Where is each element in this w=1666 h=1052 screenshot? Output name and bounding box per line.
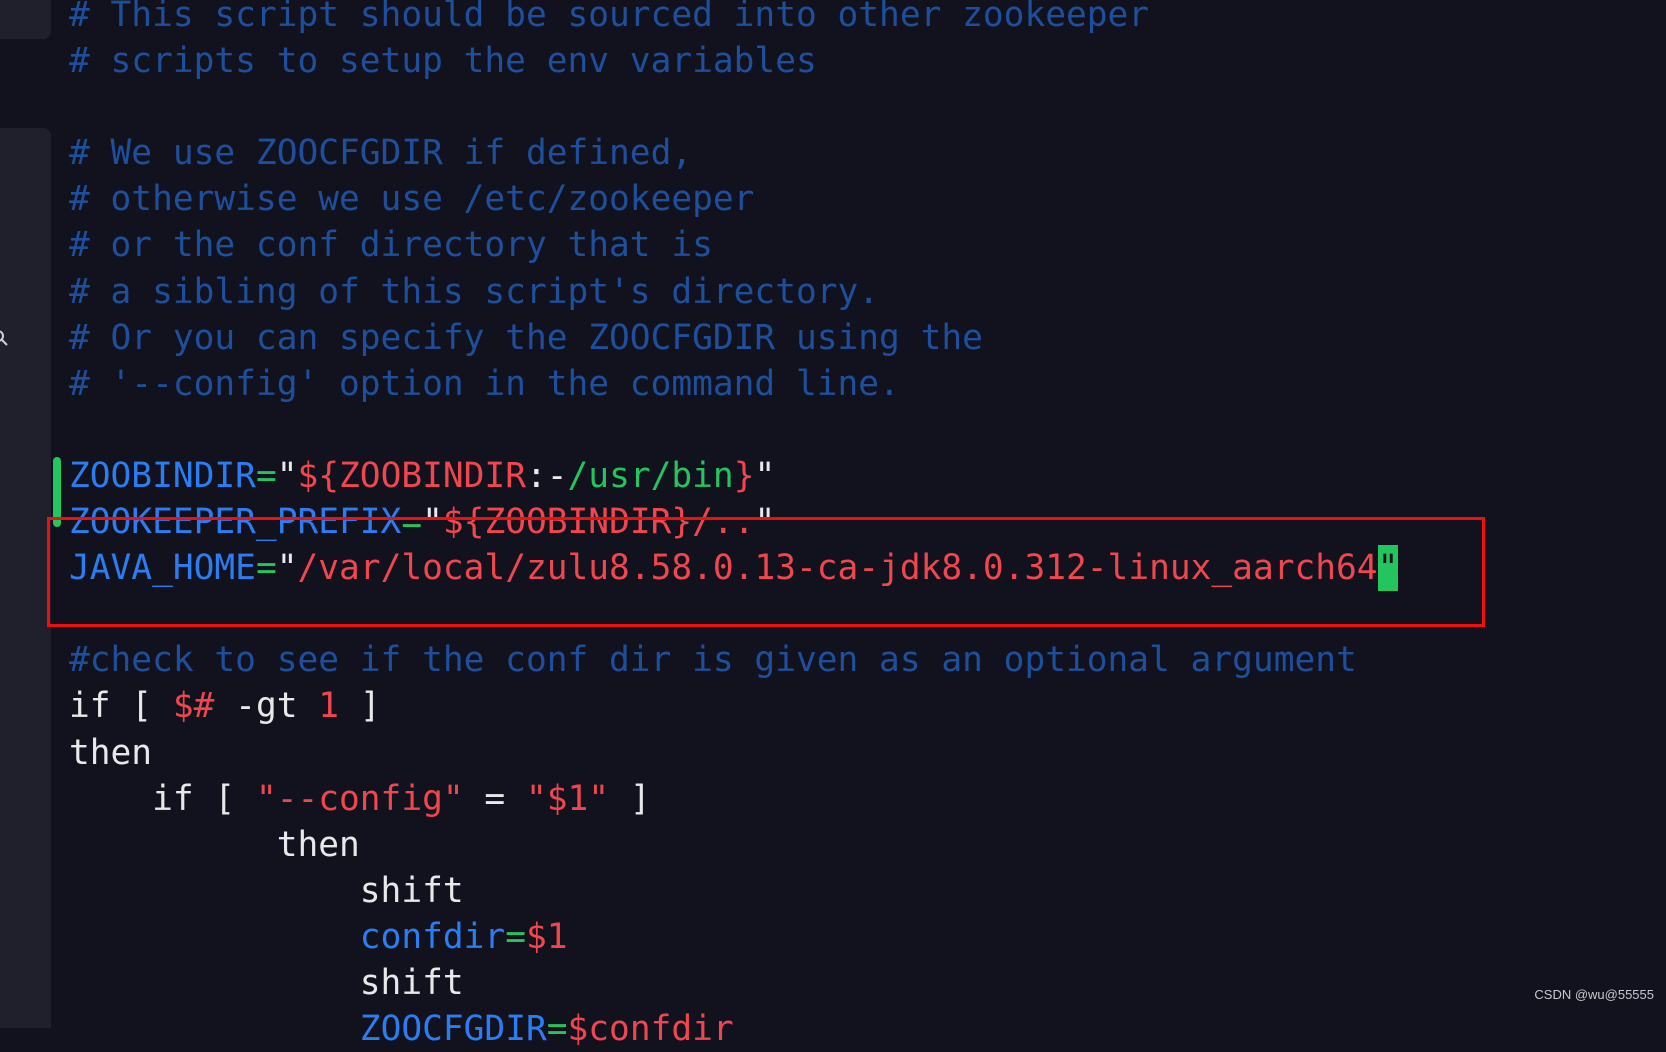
code-token: # This script should be sourced into oth… [69,0,1150,35]
code-line[interactable] [69,84,1398,130]
code-token: ${ZOOBINDIR [297,455,526,496]
code-line[interactable]: ZOOCFGDIR=$confdir [69,1006,1398,1052]
code-token: confdir [359,916,506,957]
code-token: " [276,455,298,496]
code-token: ] [609,778,651,819]
gutter-panel [0,0,51,39]
code-token: $confdir [567,1009,734,1050]
code-token: shift [69,962,464,1003]
code-token: -gt [214,686,319,727]
code-token: ZOOBINDIR [69,455,256,496]
code-line[interactable]: then [69,822,1398,868]
watermark: CSDN @wu@55555 [1534,987,1654,1002]
code-line[interactable]: # otherwise we use /etc/zookeeper [69,176,1398,222]
gutter-panel [0,128,51,1028]
code-line[interactable]: if [ $# -gt 1 ] [69,683,1398,729]
code-token: = [255,455,277,496]
code-token: then [69,732,153,773]
code-token: = [463,778,526,819]
code-token: # We use ZOOCFGDIR if defined, [69,133,693,174]
code-line[interactable]: # Or you can specify the ZOOCFGDIR using… [69,315,1398,361]
code-token: # scripts to setup the env variables [69,41,817,82]
search-icon[interactable] [0,330,8,346]
code-token: # '--config' option in the command line. [69,363,900,404]
code-token: "$1" [525,778,610,819]
code-token: = [546,1009,568,1050]
code-token: $1 [525,916,568,957]
code-token: # a sibling of this script's directory. [69,271,880,312]
code-token: ZOOCFGDIR [359,1009,547,1050]
code-line[interactable]: then [69,730,1398,776]
code-line[interactable]: shift [69,960,1398,1006]
code-line[interactable]: # We use ZOOCFGDIR if defined, [69,130,1398,176]
code-token: = [505,916,526,957]
code-line[interactable] [69,407,1398,453]
code-line[interactable]: # scripts to setup the env variables [69,38,1398,84]
code-line[interactable]: ZOOBINDIR="${ZOOBINDIR:-/usr/bin}" [69,453,1398,499]
code-token: :- [525,455,568,496]
code-line[interactable]: confdir=$1 [69,914,1398,960]
code-token: # or the conf directory that is [69,225,713,266]
code-line[interactable]: # a sibling of this script's directory. [69,269,1398,315]
code-line[interactable]: if [ "--config" = "$1" ] [69,776,1398,822]
code-token: /usr/bin [567,455,734,496]
code-token: " [754,455,776,496]
code-line[interactable]: # or the conf directory that is [69,222,1398,268]
code-line[interactable]: #check to see if the conf dir is given a… [69,637,1398,683]
code-line[interactable]: # '--config' option in the command line. [69,361,1398,407]
code-token: if [ [69,778,256,819]
code-token: "--config" [255,778,464,819]
code-token: shift [69,870,464,911]
code-token: if [ [69,686,173,727]
code-token: # Or you can specify the ZOOCFGDIR using… [69,317,983,358]
code-token: ] [339,686,381,727]
code-token: } [733,455,755,496]
code-token: #check to see if the conf dir is given a… [69,640,1357,681]
annotation-highlight-box [47,517,1485,627]
code-line[interactable]: shift [69,868,1398,914]
code-token: $# [172,686,215,727]
code-token: # otherwise we use /etc/zookeeper [69,179,755,220]
code-token: 1 [318,686,340,727]
code-line[interactable]: # This script should be sourced into oth… [69,0,1398,38]
code-token: then [69,824,360,865]
